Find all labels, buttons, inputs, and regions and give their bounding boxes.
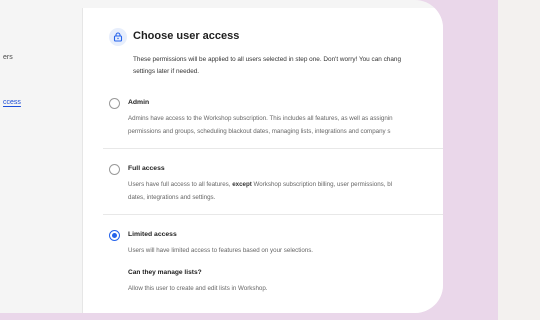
lock-icon [109,28,127,46]
page-title: Choose user access [133,30,240,42]
full-access-desc-bold: except [232,181,252,188]
full-access-desc-pre: Users have full access to all features, [128,181,233,188]
full-access-description: Users have full access to all features, … [128,179,443,204]
admin-label: Admin [128,99,150,106]
manage-lists-description: Allow this user to create and edit lists… [128,285,268,292]
limited-access-description: Users will have limited access to featur… [128,245,443,258]
intro-text: These permissions will be applied to all… [133,54,443,78]
user-access-panel: Choose user access These permissions wil… [82,8,443,313]
admin-radio[interactable] [109,98,120,109]
full-access-radio[interactable] [109,164,120,175]
full-access-label: Full access [128,165,165,172]
full-access-desc-line-1: Users have full access to all features, … [128,179,443,192]
sidebar-item-access[interactable]: ccess [3,99,21,106]
manage-lists-question: Can they manage lists? [128,269,202,276]
sidebar-item-users[interactable]: ers [3,54,13,61]
right-background-strip [498,0,540,320]
full-access-desc-post: Workshop subscription billing, user perm… [251,181,393,188]
admin-description: Admins have access to the Workshop subsc… [128,113,443,138]
divider [103,148,443,149]
admin-desc-line-2: permissions and groups, scheduling black… [128,127,391,135]
limited-access-desc-line-1: Users will have limited access to featur… [128,247,314,254]
app-window: ers ccess Choose user access These permi… [0,0,443,313]
limited-access-label: Limited access [128,231,177,238]
sidebar: ers ccess [0,0,82,313]
admin-desc-line-1: Admins have access to the Workshop subsc… [128,115,393,122]
divider [103,214,443,215]
full-access-desc-line-2: dates, integrations and settings. [128,193,216,201]
intro-line-1: These permissions will be applied to all… [133,56,402,63]
intro-line-2: settings later if needed. [133,68,200,75]
limited-access-radio[interactable] [109,230,120,241]
